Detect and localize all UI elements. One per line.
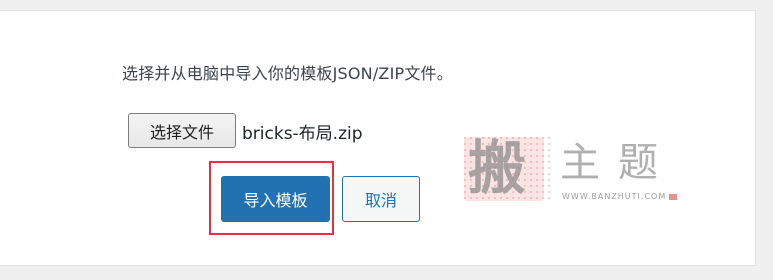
watermark-seal-character: 搬 xyxy=(468,134,527,202)
watermark-text: 主题 xyxy=(560,140,676,186)
scrollbar-gutter xyxy=(756,0,773,280)
cancel-button[interactable]: 取消 xyxy=(342,176,420,222)
site-watermark: 搬 主题 WWW.BANZHUTI.COM xyxy=(460,133,696,208)
import-template-button[interactable]: 导入模板 xyxy=(221,176,330,222)
choose-file-button[interactable]: 选择文件 xyxy=(128,113,236,148)
watermark-seal: 搬 xyxy=(460,133,555,205)
import-instruction-text: 选择并从电脑中导入你的模板JSON/ZIP文件。 xyxy=(122,64,453,83)
watermark-url-text: WWW.BANZHUTI.COM xyxy=(562,192,667,201)
watermark-url-mark xyxy=(669,193,678,200)
selected-file-name: bricks-布局.zip xyxy=(242,124,363,144)
watermark-url: WWW.BANZHUTI.COM xyxy=(562,192,678,201)
